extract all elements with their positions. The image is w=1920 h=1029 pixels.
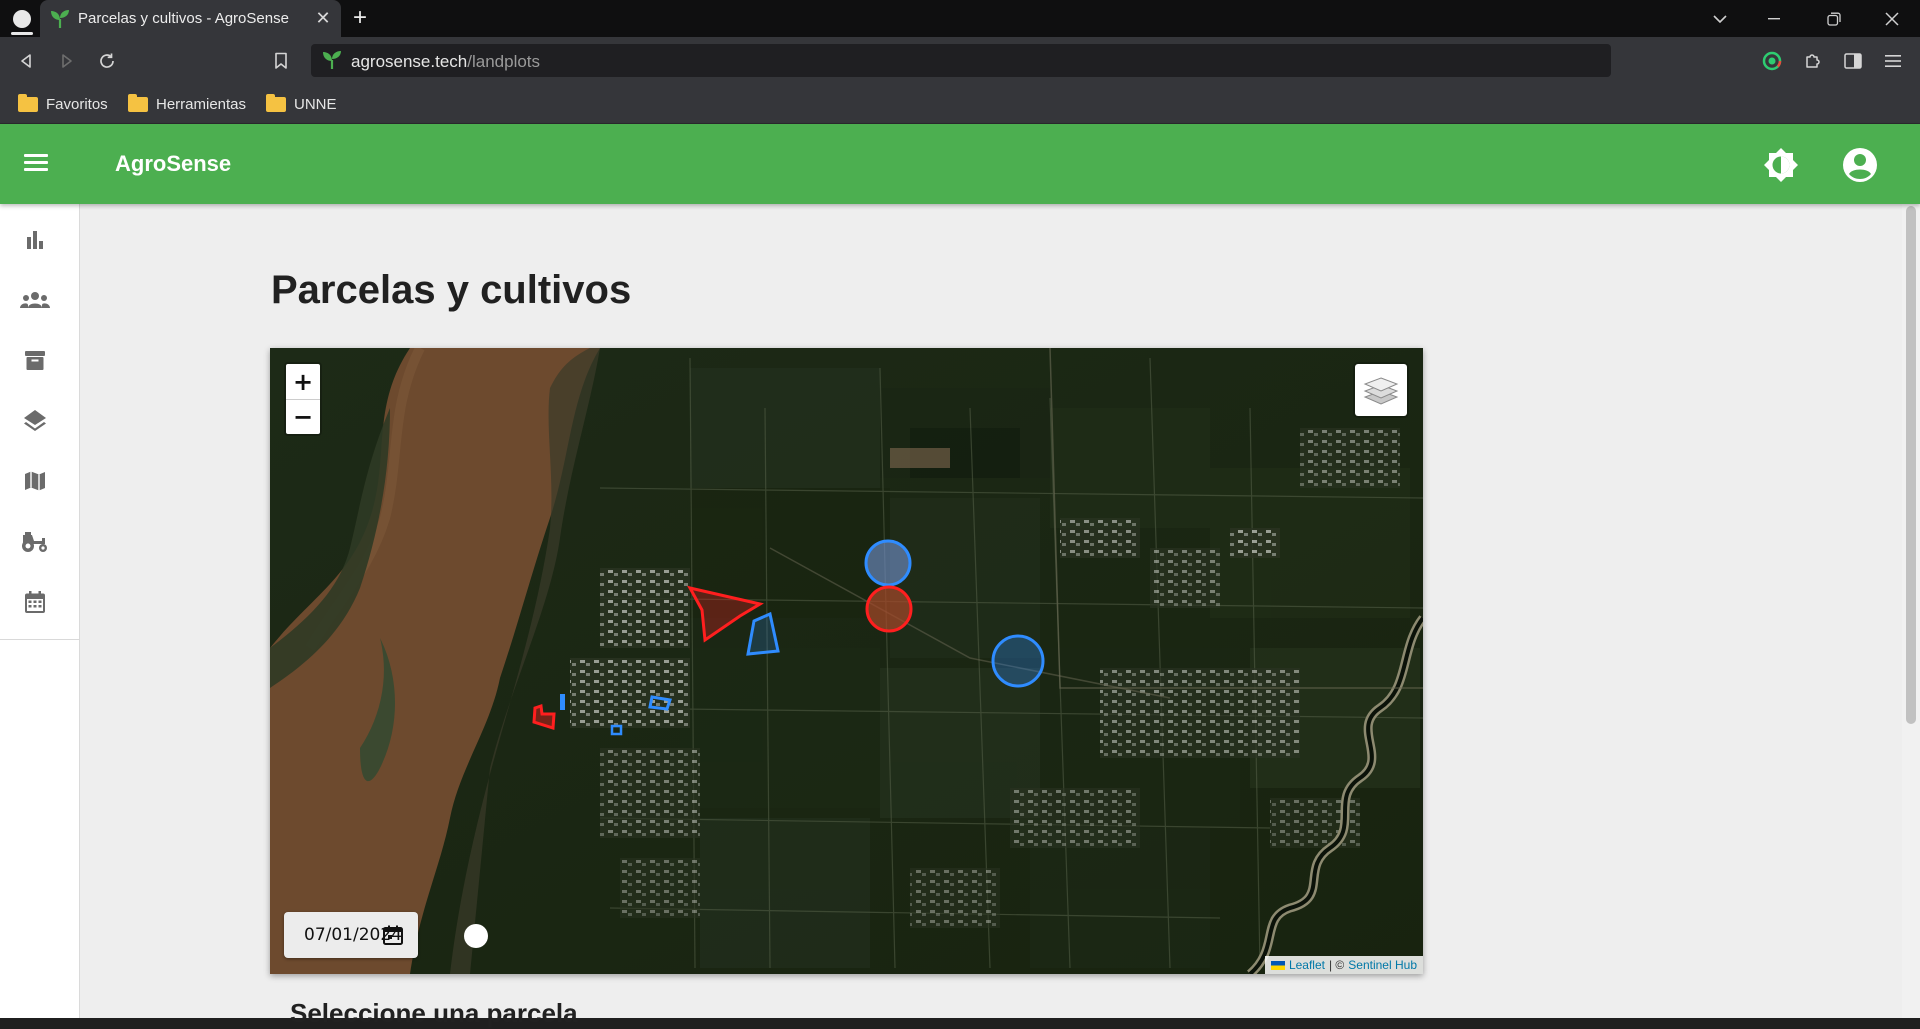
url-host: agrosense.tech [351,52,468,71]
page-scrollbar[interactable] [1902,204,1920,1018]
plot-marker-circle[interactable] [991,634,1045,688]
app-root: AgroSense Parcelas y cultivos + − 07/01/… [0,124,1920,1028]
sprout-icon [51,10,69,28]
bookmark-folder-herramientas[interactable]: Herramientas [128,93,246,115]
bookmark-label: Herramientas [156,95,247,113]
leaflet-link[interactable]: Leaflet [1289,958,1325,972]
plot-polygon[interactable] [560,694,565,710]
groups-icon[interactable] [20,285,50,315]
map-attribution: Leaflet | © Sentinel Hub [1264,956,1423,974]
browser-titlebar: Parcelas y cultivos - AgroSense ✕ + [0,0,1920,37]
tab-close-icon[interactable]: ✕ [313,8,333,28]
bookmark-label: Favoritos [46,95,108,113]
archive-icon[interactable] [20,345,50,375]
profile-icon[interactable] [13,10,31,28]
sidebar-divider [0,639,80,640]
new-tab-button[interactable]: + [353,5,367,31]
minimize-icon[interactable] [1746,0,1802,37]
overlay-toggle-dot[interactable] [464,924,488,948]
scrollbar-thumb[interactable] [1906,206,1916,724]
page-title: Parcelas y cultivos [271,268,632,312]
bookmark-folder-favoritos[interactable]: Favoritos [18,93,108,115]
tab-title: Parcelas y cultivos - AgroSense [78,10,289,27]
site-favicon-icon [323,51,341,69]
attribution-separator: | © [1328,958,1345,972]
zoom-control: + − [284,362,322,436]
browser-menu-icon[interactable] [1881,49,1905,73]
folder-icon [266,93,286,112]
bookmark-icon[interactable] [267,47,295,75]
address-bar[interactable]: agrosense.tech/landplots [311,44,1611,77]
forward-icon[interactable] [53,47,81,75]
account-circle-icon[interactable] [1841,146,1879,184]
folder-icon [128,93,148,112]
zoom-in-button[interactable]: + [286,364,320,399]
layers-control-button[interactable] [1353,362,1409,418]
bookmarks-bar: Favoritos Herramientas UNNE [0,84,1920,124]
ukraine-flag-icon [1270,960,1285,970]
bar-chart-icon[interactable] [20,224,50,254]
browser-tab-active[interactable]: Parcelas y cultivos - AgroSense ✕ [40,0,341,37]
browser-toolbar: agrosense.tech/landplots [0,37,1920,84]
back-icon[interactable] [12,47,40,75]
satellite-map[interactable]: + − 07/01/2024 Leaflet | © Sentinel Hub [270,348,1423,974]
plot-marker-circle[interactable] [864,539,912,587]
url-path: /landplots [467,52,541,71]
bookmark-folder-unne[interactable]: UNNE [266,93,337,115]
map-icon[interactable] [20,466,50,496]
theme-toggle-icon[interactable] [1762,146,1800,184]
side-navigation [0,204,80,1018]
app-brand[interactable]: AgroSense [115,151,231,177]
tractor-icon[interactable] [20,526,50,556]
calendar-icon[interactable] [382,924,404,946]
extensions-puzzle-icon[interactable] [1801,49,1825,73]
restore-icon[interactable] [1806,0,1862,37]
reload-icon[interactable] [93,47,121,75]
tab-search-chevron-icon[interactable] [1692,0,1748,37]
bookmark-label: UNNE [294,95,337,113]
imagery-date-picker[interactable]: 07/01/2024 [284,912,418,958]
folder-icon [18,93,38,112]
url-text: agrosense.tech/landplots [351,52,540,72]
profile-indicator [11,32,33,35]
layers-stack-icon [1363,377,1399,405]
close-window-icon[interactable] [1864,0,1920,37]
side-panel-icon[interactable] [1841,49,1865,73]
sentinel-hub-link[interactable]: Sentinel Hub [1348,958,1417,972]
extension-ring-icon[interactable] [1760,49,1784,73]
satellite-imagery[interactable] [270,348,1423,974]
zoom-out-button[interactable]: − [286,399,320,434]
calendar-icon[interactable] [20,587,50,617]
selected-plot-marker-circle[interactable] [865,585,913,633]
app-header: AgroSense [0,124,1920,204]
hamburger-menu-icon[interactable] [24,150,54,178]
section-heading: Seleccione una parcela [290,998,578,1028]
layers-icon[interactable] [20,405,50,435]
